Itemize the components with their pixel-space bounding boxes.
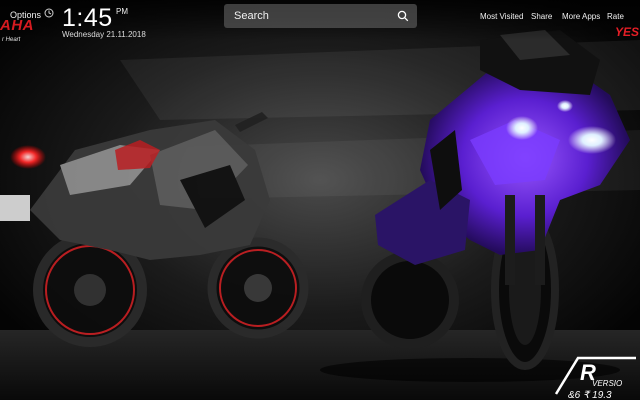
search-box[interactable] (224, 4, 417, 28)
options-button[interactable]: Options (10, 10, 41, 20)
clock-date: Wednesday 21.11.2018 (62, 30, 146, 39)
wallpaper-background (0, 0, 640, 400)
more-apps-link[interactable]: More Apps (562, 12, 600, 21)
brand-slogan-text: YES (615, 25, 640, 39)
search-input[interactable] (234, 8, 384, 24)
share-link[interactable]: Share (531, 12, 552, 21)
clock-time: 1:45 (62, 4, 113, 32)
search-icon[interactable] (397, 10, 409, 22)
r15-version-logo: R VERSIO &6 ₹ 19.3 (554, 356, 636, 400)
brand-tagline: r Heart (2, 37, 21, 43)
clock-ampm: PM (116, 7, 128, 16)
rate-link[interactable]: Rate (607, 12, 624, 21)
price-text: &6 ₹ 19.3 (568, 390, 612, 400)
most-visited-link[interactable]: Most Visited (480, 12, 523, 21)
version-text: VERSIO (592, 379, 622, 388)
clock-icon[interactable] (44, 8, 54, 18)
